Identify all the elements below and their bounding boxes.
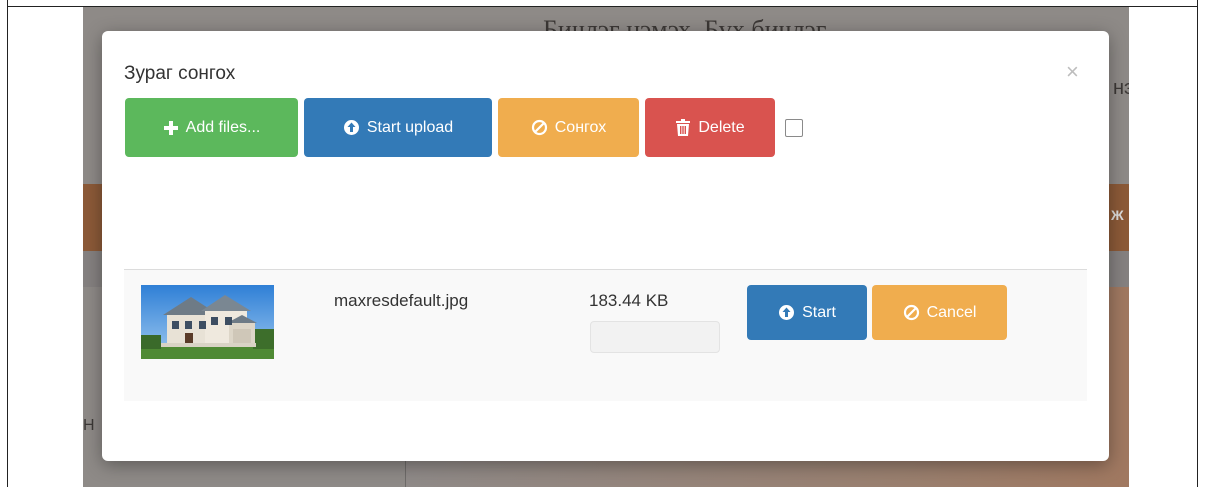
trash-icon <box>675 118 691 137</box>
modal-title: Зураг сонгох <box>124 63 236 84</box>
background-nav-fragment: Ж <box>1111 207 1124 223</box>
cancel-upload-label: Сонгох <box>554 118 607 136</box>
frame-border-right <box>1197 0 1198 487</box>
circle-arrow-up-icon <box>778 304 795 321</box>
close-icon[interactable]: × <box>1066 59 1079 85</box>
ban-icon <box>903 304 920 321</box>
background-left-fragment: Н <box>83 417 95 434</box>
select-all-checkbox[interactable] <box>785 118 803 137</box>
upload-toolbar: Add files... Start upload Сонгох Delete <box>125 98 803 157</box>
start-upload-button[interactable]: Start upload <box>304 98 492 157</box>
upload-progress-bar <box>590 321 720 353</box>
background-fragment-text: нэ <box>1113 77 1129 99</box>
file-row: maxresdefault.jpg 183.44 KB Start Cancel <box>124 270 1087 401</box>
ban-icon <box>531 119 548 136</box>
file-thumbnail <box>141 285 274 359</box>
upload-modal: Зураг сонгох × Add files... Start upload… <box>102 31 1109 461</box>
file-cancel-label: Cancel <box>926 303 977 321</box>
file-start-button[interactable]: Start <box>747 285 867 340</box>
file-start-label: Start <box>802 303 836 321</box>
add-files-button[interactable]: Add files... <box>125 98 298 157</box>
start-upload-label: Start upload <box>366 118 454 136</box>
file-name: maxresdefault.jpg <box>334 291 469 310</box>
delete-label: Delete <box>698 118 745 136</box>
delete-button[interactable]: Delete <box>645 98 775 157</box>
add-files-label: Add files... <box>185 118 261 136</box>
circle-arrow-up-icon <box>343 119 360 136</box>
file-size: 183.44 KB <box>589 291 669 310</box>
plus-icon <box>163 120 179 136</box>
cancel-upload-button[interactable]: Сонгох <box>498 98 639 157</box>
file-cancel-button[interactable]: Cancel <box>872 285 1007 340</box>
frame-border-left <box>7 0 8 487</box>
